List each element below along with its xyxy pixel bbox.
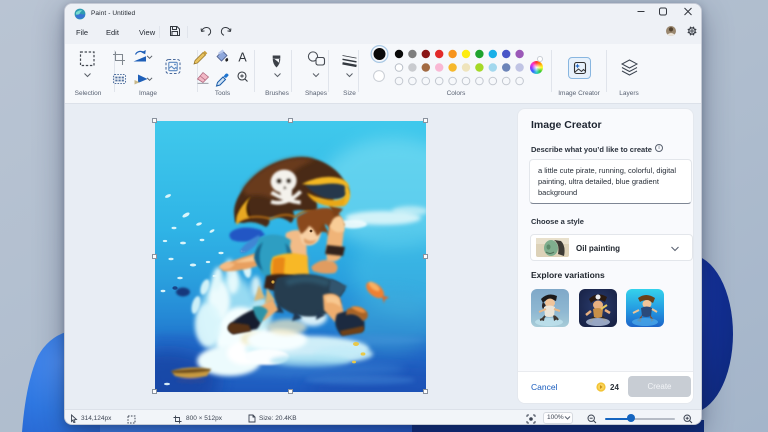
svg-text:A: A [238,51,247,65]
